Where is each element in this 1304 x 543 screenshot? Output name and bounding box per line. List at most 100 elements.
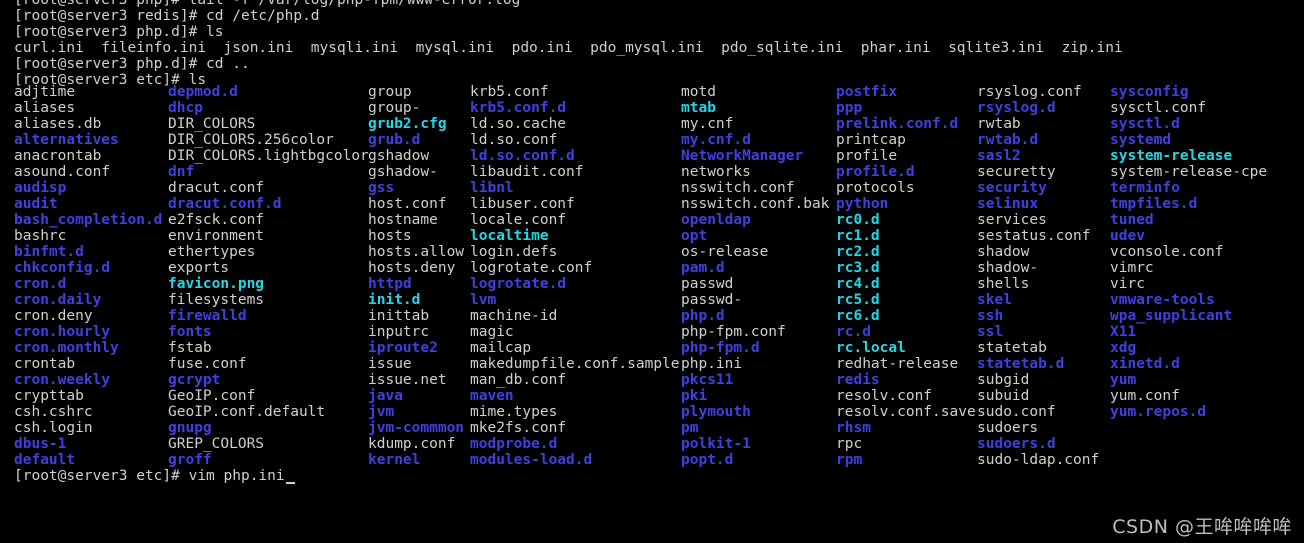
ls-entry: ssh: [977, 308, 1004, 324]
ls-entry: yum.repos.d: [1110, 404, 1207, 420]
ls-entry: kernel: [368, 452, 421, 468]
ls-entry: prelink.conf.d: [836, 116, 959, 132]
ls-entry: group-: [368, 100, 421, 116]
ls-entry: systemd: [1110, 132, 1172, 148]
ls-entry: localtime: [470, 228, 549, 244]
ls-entry: xdg: [1110, 340, 1137, 356]
ls-column-3: group group-grub2.cfg grub.d gshadow gshadow…: [368, 84, 464, 468]
ls-entry: chkconfig.d: [14, 260, 111, 276]
terminal-line-cd-phpd: [root@server3 redis]# cd /etc/php.d: [14, 8, 320, 24]
ls-entry: modprobe.d: [470, 436, 558, 452]
ls-entry: rpm: [836, 452, 863, 468]
ls-entry: filesystems: [168, 292, 265, 308]
prompt-command-text: [root@server3 etc]# vim php.ini: [14, 468, 285, 484]
ls-entry: favicon.png: [168, 276, 265, 292]
ls-entry: selinux: [977, 196, 1039, 212]
ls-entry: dhcp: [168, 100, 203, 116]
ls-entry: vconsole.conf: [1110, 244, 1224, 260]
ls-entry: rc.local: [836, 340, 906, 356]
ls-entry: php.ini: [681, 356, 743, 372]
ls-entry: cron.hourly: [14, 324, 111, 340]
final-prompt-line: [root@server3 etc]# vim php.ini: [0, 468, 1304, 484]
ls-entry: hostname: [368, 212, 438, 228]
ls-entry: grub2.cfg: [368, 116, 447, 132]
ls-entry: opt: [681, 228, 708, 244]
ls-entry: gss: [368, 180, 395, 196]
ls-entry: postfix: [836, 84, 898, 100]
ls-entry: profile: [836, 148, 898, 164]
ls-entry: host.conf: [368, 196, 447, 212]
ls-entry: subgid: [977, 372, 1030, 388]
ls-column-8: sysconfig sysctl.conf sysctl.d systemd syste…: [1110, 84, 1267, 420]
ls-entry: hosts.deny: [368, 260, 456, 276]
ls-entry: fstab: [168, 340, 212, 356]
ls-entry: krb5.conf: [470, 84, 549, 100]
ls-entry: jvm-commmon: [368, 420, 465, 436]
ls-entry: lvm: [470, 292, 497, 308]
ls-entry: iproute2: [368, 340, 438, 356]
terminal-window[interactable]: [root@server3 php]# tail -f /var/log/php…: [0, 0, 1304, 543]
ls-entry: yum: [1110, 372, 1137, 388]
ls-entry: dracut.conf.d: [168, 196, 282, 212]
ls-entry: login.defs: [470, 244, 558, 260]
ls-entry: DIR_COLORS.lightbgcolor: [168, 148, 369, 164]
ls-entry: popt.d: [681, 452, 734, 468]
ls-entry: security: [977, 180, 1047, 196]
ls-entry: rwtab.d: [977, 132, 1039, 148]
ls-entry: gcrypt: [168, 372, 221, 388]
ls-entry: anacrontab: [14, 148, 102, 164]
ls-column-7: rsyslog.conf rsyslog.d rwtab rwtab.d sasl2 se…: [977, 84, 1099, 468]
ls-entry: dracut.conf: [168, 180, 265, 196]
ls-entry: DIR_COLORS.256color: [168, 132, 334, 148]
ls-entry: GREP_COLORS: [168, 436, 265, 452]
ls-entry: libaudit.conf: [470, 164, 584, 180]
ls-entry: maven: [470, 388, 514, 404]
ls-entry: redis: [836, 372, 880, 388]
ls-entry: dbus-1: [14, 436, 67, 452]
ls-entry: mke2fs.conf: [470, 420, 567, 436]
ls-entry: gshadow-: [368, 164, 438, 180]
ls-entry: modules-load.d: [470, 452, 593, 468]
ls-entry: e2fsck.conf: [168, 212, 265, 228]
ls-entry: rpc: [836, 436, 863, 452]
ls-entry: sudo.conf: [977, 404, 1056, 420]
ls-entry: ppp: [836, 100, 863, 116]
ls-entry: rsyslog.d: [977, 100, 1056, 116]
ls-entry: GeoIP.conf.default: [168, 404, 326, 420]
ls-entry: issue.net: [368, 372, 447, 388]
ls-entry: subuid: [977, 388, 1030, 404]
ls-entry: resolv.conf: [836, 388, 933, 404]
ls-entry: man_db.conf: [470, 372, 567, 388]
ls-entry: default: [14, 452, 76, 468]
ls-entry: asound.conf: [14, 164, 111, 180]
ls-entry: groff: [168, 452, 212, 468]
ls-entry: sudo-ldap.conf: [977, 452, 1100, 468]
ls-column-4: krb5.conf krb5.conf.d ld.so.cache ld.so.con…: [470, 84, 680, 468]
ls-entry: nsswitch.conf: [681, 180, 795, 196]
ls-entry: cron.monthly: [14, 340, 119, 356]
ls-entry: my.cnf.d: [681, 132, 751, 148]
ls-entry: rc2.d: [836, 244, 880, 260]
terminal-line-ls-phpd: [root@server3 php.d]# ls: [14, 24, 224, 40]
ls-entry: httpd: [368, 276, 412, 292]
ls-entry: fonts: [168, 324, 212, 340]
ls-entry: java: [368, 388, 403, 404]
ls-entry: cron.deny: [14, 308, 93, 324]
ls-column-2: depmod.d dhcp DIR_COLORS DIR_COLORS.256colo…: [168, 84, 369, 468]
ls-entry: logrotate.conf: [470, 260, 593, 276]
ls-entry: issue: [368, 356, 412, 372]
ls-entry: xinetd.d: [1110, 356, 1180, 372]
ls-entry: grub.d: [368, 132, 421, 148]
ls-entry: bash_completion.d: [14, 212, 163, 228]
ls-entry: cron.d: [14, 276, 67, 292]
ls-entry: crypttab: [14, 388, 84, 404]
ls-entry: cron.weekly: [14, 372, 111, 388]
ls-entry: rhsm: [836, 420, 871, 436]
ls-entry: rc4.d: [836, 276, 880, 292]
ls-entry: sasl2: [977, 148, 1021, 164]
ls-entry: os-release: [681, 244, 769, 260]
ls-entry: csh.cshrc: [14, 404, 93, 420]
ls-entry: services: [977, 212, 1047, 228]
ls-entry: my.cnf: [681, 116, 734, 132]
ls-entry: sysconfig: [1110, 84, 1189, 100]
